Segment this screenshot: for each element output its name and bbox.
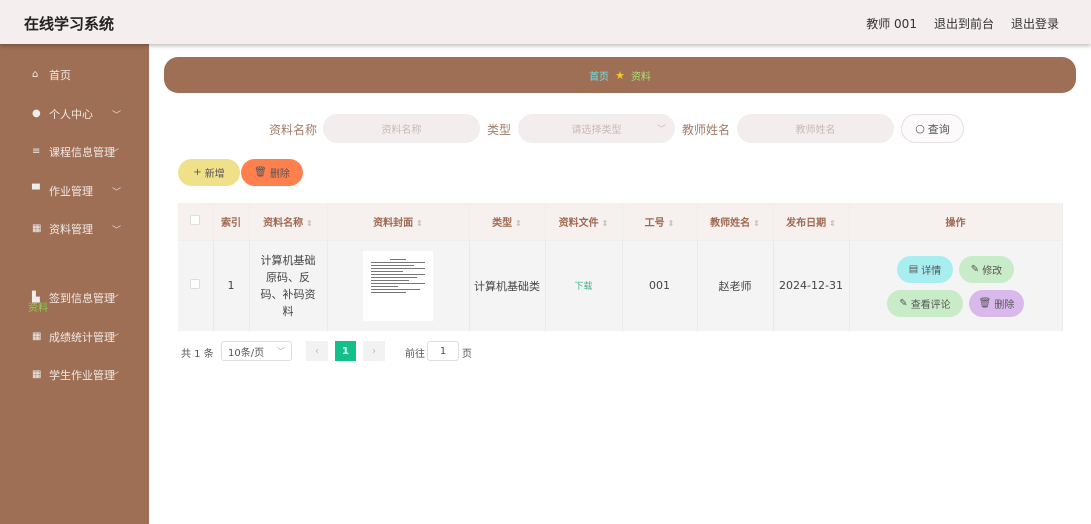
chevron-down-icon: ﹀ <box>110 294 120 305</box>
col-name[interactable]: 资料名称 ⇕ <box>249 203 328 240</box>
sort-icon: ⇕ <box>416 218 423 228</box>
name-label: 资料名称 <box>269 123 318 137</box>
type-select[interactable]: 请选择类型 ﹀ <box>518 114 675 143</box>
chevron-down-icon: ﹀ <box>110 148 120 159</box>
sort-icon: ⇕ <box>667 218 675 228</box>
delete-button[interactable]: 🗑 删除 <box>241 159 303 186</box>
sort-icon: ⇕ <box>829 218 836 228</box>
col-date[interactable]: 发布日期 ⇕ <box>773 203 850 240</box>
user-label: 教师 001 <box>866 17 917 31</box>
sort-icon: ⇕ <box>753 218 760 228</box>
chevron-down-icon: ﹀ <box>112 187 122 198</box>
plus-icon: + <box>193 167 202 178</box>
col-index: 索引 <box>213 203 250 240</box>
detail-button[interactable]: ▤ 详情 <box>897 256 953 283</box>
col-cover[interactable]: 资料封面 ⇕ <box>327 203 470 240</box>
cover-image[interactable] <box>363 250 433 321</box>
star-icon: ★ <box>615 68 625 82</box>
row-delete-button[interactable]: 🗑 删除 <box>969 290 1024 317</box>
chevron-down-icon: ﹀ <box>277 346 285 356</box>
trash-icon: 🗑 <box>978 298 992 309</box>
col-teacher[interactable]: 教师姓名 ⇕ <box>697 203 774 240</box>
name-input[interactable]: 资料名称 <box>323 114 480 143</box>
user-icon: ● <box>32 108 41 119</box>
goto-page-input[interactable]: 1 <box>427 341 459 361</box>
page-suffix: 页 <box>462 349 472 360</box>
row-checkbox[interactable] <box>190 279 201 290</box>
page-1-button[interactable]: 1 <box>335 341 356 361</box>
goto-label: 前往 <box>405 349 425 360</box>
grid-icon: ▦ <box>32 369 42 380</box>
monitor-icon: ▀ <box>32 185 40 196</box>
chevron-down-icon: ﹀ <box>110 371 120 382</box>
search-icon: ○ <box>915 122 925 135</box>
chart-icon: ▙ <box>32 292 40 303</box>
logout-link[interactable]: 退出登录 <box>1011 15 1059 32</box>
trash-icon: 🗑 <box>254 167 267 178</box>
type-label: 类型 <box>487 123 512 137</box>
header: 在线学习系统 教师 001 退出到前台 退出登录 <box>0 0 1091 44</box>
breadcrumb-current: 资料 <box>630 71 651 83</box>
breadcrumb: 首页 ★ 资料 <box>164 57 1076 93</box>
select-all-checkbox[interactable] <box>190 214 201 225</box>
sort-icon: ⇕ <box>515 218 522 228</box>
chevron-down-icon: ﹀ <box>112 110 122 121</box>
table-header: 索引 资料名称 ⇕ 资料封面 ⇕ 类型 ⇕ 资料文件 ⇕ 工号 ⇕ 教师姓名 ⇕ 发布日期 ⇕… <box>178 203 1063 240</box>
edit-icon: ✎ <box>970 264 980 275</box>
document-icon: ▤ <box>908 264 919 275</box>
next-page-button[interactable]: › <box>363 341 385 361</box>
col-file[interactable]: 资料文件 ⇕ <box>545 203 623 240</box>
page-size-select[interactable]: 10条/页 ﹀ <box>221 341 292 361</box>
col-actions: 操作 <box>849 203 1063 240</box>
sort-icon: ⇕ <box>306 218 313 228</box>
chevron-down-icon: ﹀ <box>110 333 120 344</box>
table-row: 1 计算机基础原码、反码、补码资料 计算机基础类 下载 001 赵老师 2024… <box>178 239 1063 331</box>
query-button[interactable]: ○ 查询 <box>901 114 964 143</box>
sidebar-item-student-homework[interactable]: ▦ 学生作业管理 ﹀ <box>32 367 142 383</box>
app-title: 在线学习系统 <box>24 15 115 33</box>
grid-icon: ▦ <box>32 331 42 342</box>
chevron-down-icon: ﹀ <box>112 225 122 236</box>
sidebar-item-grades[interactable]: ▦ 成绩统计管理 ﹀ <box>32 329 142 345</box>
download-link[interactable]: 下载 <box>545 239 623 331</box>
sidebar-item-profile[interactable]: ● 个人中心 ﹀ <box>32 106 142 122</box>
total-count: 共 1 条 <box>181 349 214 360</box>
edit-button[interactable]: ✎ 修改 <box>959 256 1014 283</box>
sidebar: ⌂ 首页 ● 个人中心 ﹀ ≡ 课程信息管理 ﹀ ▀ 作业管理 ﹀ ▦ 资料管理 ﹀ 资料 ▙ 签到… <box>0 44 149 524</box>
grid-icon: ▦ <box>32 223 42 234</box>
home-icon: ⌂ <box>32 69 39 80</box>
sidebar-item-course[interactable]: ≡ 课程信息管理 ﹀ <box>32 144 142 160</box>
sort-icon: ⇕ <box>601 218 609 228</box>
sidebar-item-checkin[interactable]: ▙ 签到信息管理 ﹀ <box>32 290 142 306</box>
sidebar-item-materials[interactable]: ▦ 资料管理 ﹀ <box>32 221 142 237</box>
breadcrumb-home[interactable]: 首页 <box>589 68 609 83</box>
view-comments-button[interactable]: ✎ 查看评论 <box>887 290 963 317</box>
teacher-input[interactable]: 教师姓名 <box>737 114 894 143</box>
list-icon: ≡ <box>32 146 41 157</box>
add-button[interactable]: + 新增 <box>178 159 240 186</box>
col-job-no[interactable]: 工号 ⇕ <box>622 203 698 240</box>
teacher-label: 教师姓名 <box>682 123 731 137</box>
col-type[interactable]: 类型 ⇕ <box>469 203 546 240</box>
to-front-link[interactable]: 退出到前台 <box>934 15 994 32</box>
sidebar-item-homework[interactable]: ▀ 作业管理 ﹀ <box>32 183 142 199</box>
sidebar-item-home[interactable]: ⌂ 首页 <box>32 67 142 83</box>
edit-icon: ✎ <box>899 298 908 309</box>
chevron-down-icon: ﹀ <box>656 125 666 135</box>
prev-page-button[interactable]: ‹ <box>306 341 328 361</box>
